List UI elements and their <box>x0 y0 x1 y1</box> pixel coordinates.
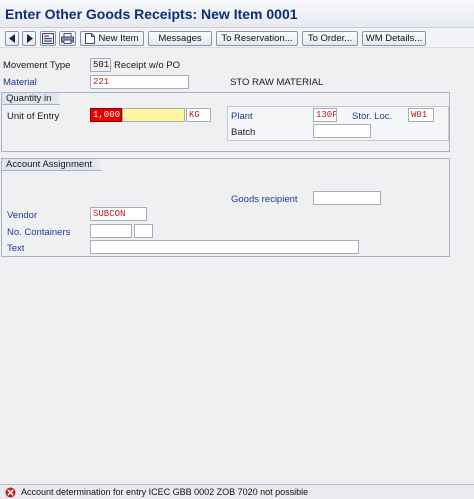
messages-button[interactable]: Messages <box>148 31 212 46</box>
overview-button[interactable] <box>40 31 56 46</box>
next-item-icon <box>26 34 33 43</box>
wm-details-button[interactable]: WM Details... <box>362 31 426 46</box>
goods-recipient-label: Goods recipient <box>231 194 298 205</box>
stor-loc-label: Stor. Loc. <box>352 111 393 122</box>
no-containers-label: No. Containers <box>7 227 71 238</box>
to-reservation-button[interactable]: To Reservation... <box>216 31 298 46</box>
plant-label: Plant <box>231 111 253 122</box>
application-toolbar: New Item Messages To Reservation... To O… <box>0 29 474 48</box>
no-containers-field[interactable] <box>90 224 132 238</box>
wm-details-label: WM Details... <box>365 33 423 44</box>
movement-type-field[interactable]: 501 <box>90 58 111 72</box>
to-order-button[interactable]: To Order... <box>302 31 358 46</box>
account-assignment-title: Account Assignment <box>6 159 93 170</box>
vendor-field[interactable]: SUBCON <box>90 207 147 221</box>
prev-item-button[interactable] <box>5 31 19 46</box>
title-bar: Enter Other Goods Receipts: New Item 000… <box>0 0 474 28</box>
batch-label: Batch <box>231 127 256 138</box>
plant-field[interactable]: 130F <box>313 108 337 122</box>
material-label: Material <box>3 77 37 88</box>
new-item-icon <box>85 33 96 44</box>
quantity-group-tab: Quantity in <box>2 93 60 105</box>
new-item-button[interactable]: New Item <box>80 31 144 46</box>
to-order-label: To Order... <box>307 33 353 44</box>
account-assignment-tab: Account Assignment <box>2 159 102 171</box>
print-button[interactable] <box>59 31 76 46</box>
movement-type-label: Movement Type <box>3 60 71 71</box>
next-item-button[interactable] <box>22 31 36 46</box>
new-item-label: New Item <box>98 33 139 44</box>
stor-loc-field[interactable]: W01 <box>408 108 434 122</box>
goods-recipient-field[interactable] <box>313 191 381 205</box>
movement-type-description: Receipt w/o PO <box>114 60 180 71</box>
overview-icon <box>42 33 54 44</box>
unit-of-entry-label: Unit of Entry <box>7 111 60 122</box>
error-icon <box>5 487 16 498</box>
text-field[interactable] <box>90 240 359 254</box>
status-bar: Account determination for entry ICEC GBB… <box>0 484 474 499</box>
messages-label: Messages <box>158 33 202 44</box>
status-message[interactable]: Account determination for entry ICEC GBB… <box>21 487 308 497</box>
to-reservation-label: To Reservation... <box>221 33 293 44</box>
page-title: Enter Other Goods Receipts: New Item 000… <box>5 6 298 22</box>
batch-field[interactable] <box>313 124 371 138</box>
quantity-group-title: Quantity in <box>6 93 52 104</box>
quantity-field-highlight[interactable] <box>122 108 185 122</box>
material-field[interactable]: 221 <box>90 75 189 89</box>
print-icon <box>61 33 74 44</box>
material-description: STO RAW MATERIAL <box>230 77 324 88</box>
vendor-label: Vendor <box>7 210 38 221</box>
prev-item-icon <box>8 34 16 43</box>
text-label: Text <box>7 243 25 254</box>
unit-field[interactable]: KG <box>186 108 211 122</box>
quantity-field[interactable]: 1,000 <box>90 108 122 122</box>
no-containers-unit-field[interactable] <box>134 224 153 238</box>
